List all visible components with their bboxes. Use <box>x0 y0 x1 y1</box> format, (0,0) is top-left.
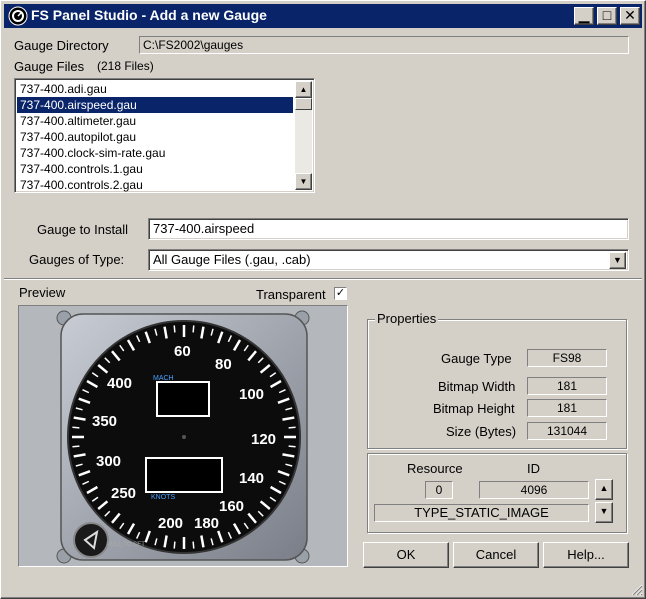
id-label: ID <box>527 461 540 476</box>
properties-title: Properties <box>375 311 439 326</box>
tick-label: 160 <box>219 498 244 515</box>
title-bar[interactable]: FS Panel Studio - Add a new Gauge ▁ □ ✕ <box>4 4 642 28</box>
bitmap-height-value: 181 <box>527 399 607 417</box>
tick-label: 80 <box>215 356 232 373</box>
tick-label: 180 <box>194 515 219 532</box>
gauge-tick <box>173 541 176 549</box>
pull-to-set-label: PULL TO SET <box>107 542 145 548</box>
gauge-to-install-input[interactable]: 737-400.airspeed <box>148 218 629 240</box>
scroll-down-icon[interactable]: ▼ <box>295 173 312 190</box>
transparent-checkbox[interactable]: ✓ <box>334 287 347 300</box>
id-value: 4096 <box>479 481 589 499</box>
resource-up-icon[interactable]: ▲ <box>595 479 613 500</box>
list-item[interactable]: 737-400.controls.1.gau <box>17 161 293 177</box>
bitmap-width-value: 181 <box>527 377 607 395</box>
resource-down-icon[interactable]: ▼ <box>595 502 613 523</box>
gauges-of-type-value: All Gauge Files (.gau, .cab) <box>153 252 311 267</box>
list-item[interactable]: 737-400.autopilot.gau <box>17 129 293 145</box>
bitmap-width-label: Bitmap Width <box>438 379 516 394</box>
gauge-tick <box>192 325 195 333</box>
list-item[interactable]: 737-400.clock-sim-rate.gau <box>17 145 293 161</box>
window-title: FS Panel Studio - Add a new Gauge <box>31 7 267 23</box>
preview-label: Preview <box>19 285 66 300</box>
list-item[interactable]: 737-400.controls.2.gau <box>17 177 293 192</box>
gauges-of-type-label: Gauges of Type: <box>29 252 125 267</box>
size-label: Size (Bytes) <box>446 424 517 439</box>
maximize-button[interactable]: □ <box>597 7 617 25</box>
gauge-files-listbox[interactable]: 737-400.adi.gau 737-400.airspeed.gau 737… <box>14 78 315 193</box>
help-button[interactable]: Help... <box>543 542 629 568</box>
gauges-of-type-select[interactable]: All Gauge Files (.gau, .cab) ▼ <box>148 249 629 271</box>
gauge-tick <box>288 445 296 448</box>
gauge-tick <box>173 325 176 333</box>
tick-label: 120 <box>251 431 276 448</box>
gauge-files-count: (218 Files) <box>97 59 154 73</box>
transparent-label: Transparent <box>256 287 326 302</box>
tick-label: 200 <box>158 515 183 532</box>
tick-label: 100 <box>239 386 264 403</box>
scroll-thumb[interactable] <box>295 98 312 110</box>
add-gauge-dialog: FS Panel Studio - Add a new Gauge ▁ □ ✕ … <box>0 0 646 599</box>
gauge-type-value: FS98 <box>527 349 607 367</box>
gauge-preview: MACH KNOTS 60 80 100 120 140 160 180 200… <box>18 305 348 567</box>
mach-label: MACH <box>153 375 174 382</box>
gauge-tick <box>192 541 195 549</box>
gauge-directory-label: Gauge Directory <box>14 38 109 53</box>
resource-label: Resource <box>407 461 463 476</box>
minimize-button[interactable]: ▁ <box>574 7 594 25</box>
tick-label: 140 <box>239 470 264 487</box>
bitmap-height-label: Bitmap Height <box>433 401 515 416</box>
tick-label: 400 <box>107 375 132 392</box>
resize-grip-icon[interactable] <box>629 582 643 596</box>
resource-value: 0 <box>425 481 453 499</box>
ok-button[interactable]: OK <box>363 542 449 568</box>
knots-label: KNOTS <box>151 494 175 501</box>
chevron-down-icon[interactable]: ▼ <box>609 252 626 269</box>
gauge-files-label: Gauge Files <box>14 59 85 74</box>
gauge-directory-field: C:\FS2002\gauges <box>139 36 629 54</box>
airspeed-gauge-image: MACH KNOTS 60 80 100 120 140 160 180 200… <box>56 310 310 564</box>
gauge-tick <box>288 426 296 429</box>
size-value: 131044 <box>527 422 607 440</box>
tick-label: 250 <box>111 485 136 502</box>
gauge-tick <box>72 426 80 429</box>
close-button[interactable]: ✕ <box>620 7 640 25</box>
gauge-type-label: Gauge Type <box>441 351 512 366</box>
list-scrollbar[interactable]: ▲ ▼ <box>295 81 312 190</box>
gauge-tick <box>72 445 80 448</box>
tick-label: 300 <box>96 453 121 470</box>
resource-type-value: TYPE_STATIC_IMAGE <box>374 504 589 522</box>
tick-label: 350 <box>92 413 117 430</box>
list-item[interactable]: 737-400.adi.gau <box>17 81 293 97</box>
tick-label: 60 <box>174 343 191 360</box>
app-gauge-icon <box>8 6 28 26</box>
separator <box>4 278 642 280</box>
list-item[interactable]: 737-400.altimeter.gau <box>17 113 293 129</box>
scroll-up-icon[interactable]: ▲ <box>295 81 312 98</box>
gauge-to-install-label: Gauge to Install <box>37 222 129 237</box>
cancel-button[interactable]: Cancel <box>453 542 539 568</box>
list-item[interactable]: 737-400.airspeed.gau <box>17 97 293 113</box>
